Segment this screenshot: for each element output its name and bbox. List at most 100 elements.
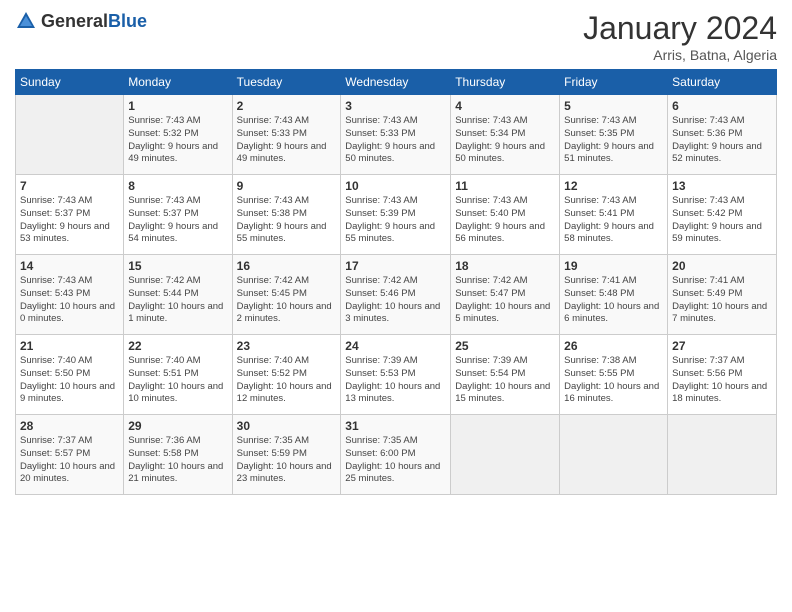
- day-number: 15: [128, 259, 227, 273]
- cell-content: Sunrise: 7:43 AMSunset: 5:38 PMDaylight:…: [237, 195, 337, 246]
- cell-week5-day2: 29 Sunrise: 7:36 AMSunset: 5:58 PMDayligh…: [124, 415, 232, 495]
- day-number: 19: [564, 259, 663, 273]
- cell-week3-day7: 20 Sunrise: 7:41 AMSunset: 5:49 PMDayligh…: [668, 255, 777, 335]
- cell-week1-day4: 3Sunrise: 7:43 AMSunset: 5:33 PMDaylight…: [341, 95, 451, 175]
- cell-content: Sunrise: 7:43 AMSunset: 5:39 PMDaylight:…: [345, 195, 446, 246]
- cell-week1-day1: [16, 95, 124, 175]
- cell-content: Sunrise: 7:42 AMSunset: 5:47 PMDaylight:…: [455, 275, 555, 326]
- cell-content: Sunrise: 7:43 AMSunset: 5:40 PMDaylight:…: [455, 195, 555, 246]
- cell-week2-day7: 13 Sunrise: 7:43 AMSunset: 5:42 PMDayligh…: [668, 175, 777, 255]
- cell-content: Sunrise: 7:41 AMSunset: 5:48 PMDaylight:…: [564, 275, 663, 326]
- day-number: 6: [672, 99, 772, 113]
- day-number: 14: [20, 259, 119, 273]
- cell-content: Sunrise: 7:41 AMSunset: 5:49 PMDaylight:…: [672, 275, 772, 326]
- day-number: 1: [128, 99, 227, 113]
- day-number: 11: [455, 179, 555, 193]
- cell-week2-day6: 12 Sunrise: 7:43 AMSunset: 5:41 PMDayligh…: [560, 175, 668, 255]
- day-number: 16: [237, 259, 337, 273]
- day-number: 23: [237, 339, 337, 353]
- day-number: 18: [455, 259, 555, 273]
- cell-week2-day4: 10 Sunrise: 7:43 AMSunset: 5:39 PMDayligh…: [341, 175, 451, 255]
- cell-content: Sunrise: 7:39 AMSunset: 5:54 PMDaylight:…: [455, 355, 555, 406]
- cell-week1-day2: 1Sunrise: 7:43 AMSunset: 5:32 PMDaylight…: [124, 95, 232, 175]
- header-sunday: Sunday: [16, 70, 124, 95]
- cell-content: Sunrise: 7:37 AMSunset: 5:56 PMDaylight:…: [672, 355, 772, 406]
- day-number: 25: [455, 339, 555, 353]
- month-title: January 2024: [583, 10, 777, 47]
- cell-content: Sunrise: 7:40 AMSunset: 5:50 PMDaylight:…: [20, 355, 119, 406]
- day-number: 20: [672, 259, 772, 273]
- cell-week2-day1: 7Sunrise: 7:43 AMSunset: 5:37 PMDaylight…: [16, 175, 124, 255]
- calendar-header: Sunday Monday Tuesday Wednesday Thursday…: [16, 70, 777, 95]
- cell-week5-day5: [451, 415, 560, 495]
- day-number: 13: [672, 179, 772, 193]
- location-subtitle: Arris, Batna, Algeria: [583, 47, 777, 63]
- day-number: 24: [345, 339, 446, 353]
- cell-week5-day7: [668, 415, 777, 495]
- cell-content: Sunrise: 7:40 AMSunset: 5:52 PMDaylight:…: [237, 355, 337, 406]
- day-number: 27: [672, 339, 772, 353]
- cell-content: Sunrise: 7:43 AMSunset: 5:33 PMDaylight:…: [237, 115, 337, 166]
- cell-week1-day3: 2 Sunrise: 7:43 AMSunset: 5:33 PMDaylight…: [232, 95, 341, 175]
- page-container: GeneralBlue January 2024 Arris, Batna, A…: [0, 0, 792, 505]
- cell-content: Sunrise: 7:43 AMSunset: 5:42 PMDaylight:…: [672, 195, 772, 246]
- cell-content: Sunrise: 7:36 AMSunset: 5:58 PMDaylight:…: [128, 435, 227, 486]
- day-number: 30: [237, 419, 337, 433]
- header-monday: Monday: [124, 70, 232, 95]
- day-number: 29: [128, 419, 227, 433]
- day-number: 3: [345, 99, 446, 113]
- week-row-4: 21 Sunrise: 7:40 AMSunset: 5:50 PMDayligh…: [16, 335, 777, 415]
- logo-icon: [15, 10, 37, 32]
- cell-week1-day7: 6 Sunrise: 7:43 AMSunset: 5:36 PMDaylight…: [668, 95, 777, 175]
- logo: GeneralBlue: [15, 10, 147, 32]
- title-block: January 2024 Arris, Batna, Algeria: [583, 10, 777, 63]
- cell-week1-day6: 5 Sunrise: 7:43 AMSunset: 5:35 PMDaylight…: [560, 95, 668, 175]
- day-number: 10: [345, 179, 446, 193]
- day-number: 9: [237, 179, 337, 193]
- header: GeneralBlue January 2024 Arris, Batna, A…: [15, 10, 777, 63]
- logo-text: GeneralBlue: [41, 11, 147, 32]
- header-saturday: Saturday: [668, 70, 777, 95]
- cell-week1-day5: 4 Sunrise: 7:43 AMSunset: 5:34 PMDaylight…: [451, 95, 560, 175]
- cell-content: Sunrise: 7:43 AMSunset: 5:35 PMDaylight:…: [564, 115, 663, 166]
- cell-week2-day2: 8 Sunrise: 7:43 AMSunset: 5:37 PMDaylight…: [124, 175, 232, 255]
- cell-week5-day3: 30 Sunrise: 7:35 AMSunset: 5:59 PMDayligh…: [232, 415, 341, 495]
- logo-blue: Blue: [108, 11, 147, 31]
- cell-week5-day4: 31Sunrise: 7:35 AMSunset: 6:00 PMDayligh…: [341, 415, 451, 495]
- day-number: 2: [237, 99, 337, 113]
- day-number: 8: [128, 179, 227, 193]
- cell-week2-day3: 9 Sunrise: 7:43 AMSunset: 5:38 PMDaylight…: [232, 175, 341, 255]
- cell-content: Sunrise: 7:42 AMSunset: 5:44 PMDaylight:…: [128, 275, 227, 326]
- cell-content: Sunrise: 7:40 AMSunset: 5:51 PMDaylight:…: [128, 355, 227, 406]
- week-row-5: 28Sunrise: 7:37 AMSunset: 5:57 PMDayligh…: [16, 415, 777, 495]
- day-number: 12: [564, 179, 663, 193]
- cell-week4-day7: 27 Sunrise: 7:37 AMSunset: 5:56 PMDayligh…: [668, 335, 777, 415]
- cell-content: Sunrise: 7:43 AMSunset: 5:34 PMDaylight:…: [455, 115, 555, 166]
- header-thursday: Thursday: [451, 70, 560, 95]
- day-number: 21: [20, 339, 119, 353]
- cell-week3-day2: 15 Sunrise: 7:42 AMSunset: 5:44 PMDayligh…: [124, 255, 232, 335]
- cell-week3-day5: 18 Sunrise: 7:42 AMSunset: 5:47 PMDayligh…: [451, 255, 560, 335]
- cell-content: Sunrise: 7:43 AMSunset: 5:36 PMDaylight:…: [672, 115, 772, 166]
- cell-content: Sunrise: 7:42 AMSunset: 5:45 PMDaylight:…: [237, 275, 337, 326]
- cell-week4-day2: 22 Sunrise: 7:40 AMSunset: 5:51 PMDayligh…: [124, 335, 232, 415]
- calendar-body: 1Sunrise: 7:43 AMSunset: 5:32 PMDaylight…: [16, 95, 777, 495]
- day-number: 5: [564, 99, 663, 113]
- week-row-2: 7 Sunrise: 7:43 AMSunset: 5:37 PMDaylight…: [16, 175, 777, 255]
- cell-week4-day5: 25 Sunrise: 7:39 AMSunset: 5:54 PMDayligh…: [451, 335, 560, 415]
- header-friday: Friday: [560, 70, 668, 95]
- cell-content: Sunrise: 7:38 AMSunset: 5:55 PMDaylight:…: [564, 355, 663, 406]
- day-number: 4: [455, 99, 555, 113]
- cell-content: Sunrise: 7:37 AMSunset: 5:57 PMDaylight:…: [20, 435, 119, 486]
- day-number: 31: [345, 419, 446, 433]
- cell-content: Sunrise: 7:42 AMSunset: 5:46 PMDaylight:…: [345, 275, 446, 326]
- cell-week4-day1: 21 Sunrise: 7:40 AMSunset: 5:50 PMDayligh…: [16, 335, 124, 415]
- day-number: 22: [128, 339, 227, 353]
- cell-content: Sunrise: 7:43 AMSunset: 5:41 PMDaylight:…: [564, 195, 663, 246]
- cell-content: Sunrise: 7:35 AMSunset: 5:59 PMDaylight:…: [237, 435, 337, 486]
- cell-content: Sunrise: 7:43 AMSunset: 5:37 PMDaylight:…: [128, 195, 227, 246]
- logo-general: General: [41, 11, 108, 31]
- cell-week5-day1: 28Sunrise: 7:37 AMSunset: 5:57 PMDayligh…: [16, 415, 124, 495]
- day-number: 26: [564, 339, 663, 353]
- day-number: 7: [20, 179, 119, 193]
